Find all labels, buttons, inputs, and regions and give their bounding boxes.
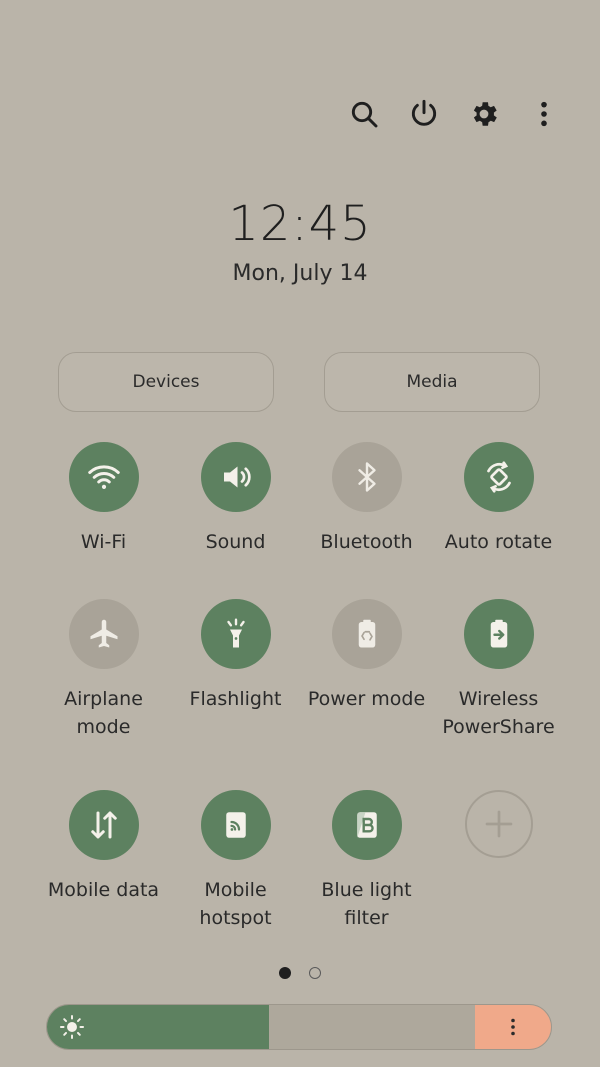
media-label: Media <box>406 372 458 392</box>
tile-wireless-powershare: Wireless PowerShare <box>433 599 564 741</box>
tile-label: Mobile data <box>47 879 160 901</box>
tile-label: Sound <box>205 531 266 553</box>
tile-auto-rotate: Auto rotate <box>433 442 564 556</box>
auto-rotate-toggle[interactable] <box>463 442 534 512</box>
more-vert-icon[interactable] <box>514 92 574 136</box>
devices-label: Devices <box>132 372 200 392</box>
tile-label: Bluetooth <box>320 531 413 553</box>
sun-icon <box>59 1014 85 1040</box>
wireless-powershare-toggle[interactable] <box>463 599 534 669</box>
tile-blue-light-filter: Blue light filter <box>301 790 432 932</box>
power-icon[interactable] <box>394 92 454 136</box>
tile-add <box>433 790 564 858</box>
clock-date[interactable]: Mon, July 14 <box>0 261 600 286</box>
tile-label: Power mode <box>307 688 426 710</box>
wifi-icon <box>87 465 120 489</box>
tile-label: Mobile hotspot <box>199 879 272 929</box>
bluetooth-toggle[interactable] <box>331 442 402 512</box>
flashlight-toggle[interactable] <box>200 599 271 669</box>
speaker-icon <box>223 466 251 488</box>
tile-label: Auto rotate <box>444 531 553 553</box>
tile-sound: Sound <box>170 442 301 556</box>
page-dot-inactive[interactable] <box>309 967 321 979</box>
hotspot-icon <box>225 812 246 838</box>
page-indicator <box>0 967 600 979</box>
mobile-data-toggle[interactable] <box>68 790 139 860</box>
search-icon[interactable] <box>334 92 394 136</box>
gear-icon[interactable] <box>454 92 514 136</box>
tile-bluetooth: Bluetooth <box>301 442 432 556</box>
tile-power-mode: Power mode <box>301 599 432 713</box>
brightness-options-button[interactable] <box>475 1005 551 1049</box>
tile-airplane: Airplane mode <box>38 599 169 741</box>
power-mode-toggle[interactable] <box>331 599 402 669</box>
add-tile-button[interactable] <box>464 790 533 858</box>
tile-label: Wi-Fi <box>80 531 127 553</box>
tile-wifi: Wi-Fi <box>38 442 169 556</box>
mobile-hotspot-toggle[interactable] <box>200 790 271 860</box>
blue-light-filter-icon <box>356 812 377 838</box>
data-arrows-icon <box>90 811 117 839</box>
devices-button[interactable]: Devices <box>58 352 274 412</box>
blue-light-filter-toggle[interactable] <box>331 790 402 860</box>
airplane-toggle[interactable] <box>68 599 139 669</box>
brightness-slider[interactable] <box>46 1004 552 1050</box>
auto-rotate-icon <box>486 461 511 493</box>
sound-toggle[interactable] <box>200 442 271 512</box>
airplane-icon <box>90 619 117 648</box>
flashlight-icon <box>226 618 245 648</box>
plus-icon <box>485 810 512 838</box>
battery-recycle-icon <box>358 619 375 648</box>
tile-label: Wireless PowerShare <box>442 688 555 738</box>
quick-panel-toolbar <box>334 92 574 136</box>
wifi-toggle[interactable] <box>68 442 139 512</box>
battery-share-icon <box>490 619 507 648</box>
tile-mobile-data: Mobile data <box>38 790 169 904</box>
bluetooth-icon <box>357 462 376 492</box>
tile-label: Blue light filter <box>321 879 412 929</box>
media-button[interactable]: Media <box>324 352 540 412</box>
tile-label: Airplane mode <box>64 688 143 738</box>
tile-flashlight: Flashlight <box>170 599 301 713</box>
tile-mobile-hotspot: Mobile hotspot <box>170 790 301 932</box>
clock-time[interactable]: 12:45 <box>0 196 600 252</box>
page-dot-active[interactable] <box>279 967 291 979</box>
more-vert-icon <box>511 1018 515 1036</box>
tile-label: Flashlight <box>189 688 282 710</box>
